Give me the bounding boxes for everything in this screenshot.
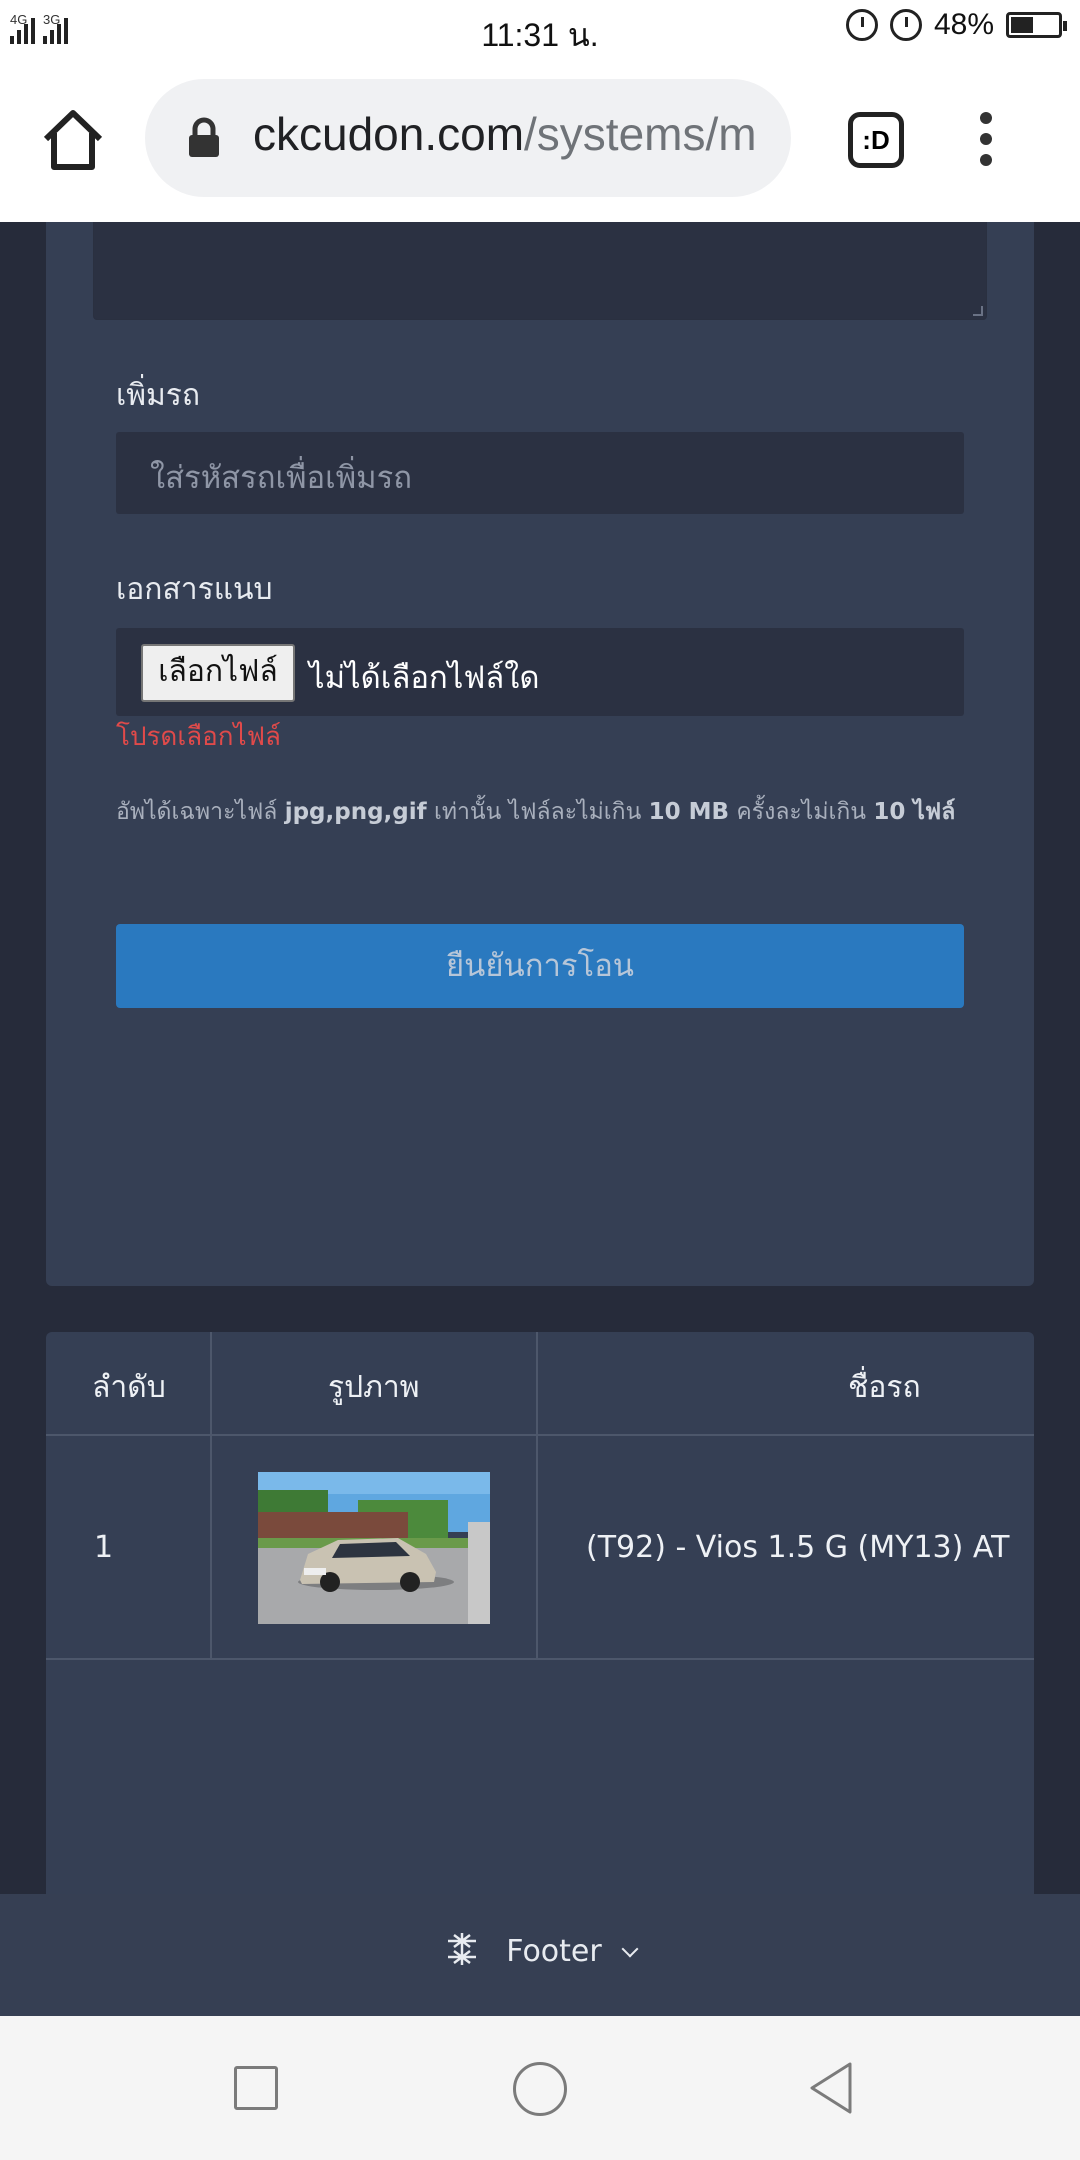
upload-help: อัพได้เฉพาะไฟล์ jpg,png,gif เท่านั้น ไฟล… — [116, 794, 955, 830]
tabs-icon[interactable]: :D — [848, 112, 904, 168]
car-thumbnail[interactable] — [258, 1472, 490, 1624]
confirm-transfer-button[interactable]: ยืนยันการโอน — [116, 924, 964, 1008]
file-input[interactable]: เลือกไฟล์ ไม่ได้เลือกไฟล์ใด — [116, 628, 964, 716]
battery-percent: 48% — [933, 8, 994, 41]
table-header-row: ลำดับ รูปภาพ ชื่อรถ — [46, 1332, 1034, 1436]
more-vert-icon[interactable] — [978, 112, 994, 172]
attachment-label: เอกสารแนบ — [116, 572, 273, 607]
note-textarea[interactable] — [93, 222, 987, 320]
help-prefix: อัพได้เฉพาะไฟล์ — [116, 799, 285, 825]
header-image: รูปภาพ — [328, 1370, 420, 1405]
url-text[interactable]: ckcudon.com/systems/m — [253, 107, 773, 167]
table-row: 1 (T92) - Vios 1.5 G (MY13) AT — [46, 1436, 1034, 1660]
resize-handle-icon[interactable] — [973, 306, 983, 316]
lock-icon — [189, 117, 219, 157]
file-error: โปรดเลือกไฟล์ — [116, 722, 281, 752]
url-domain: ckcudon.com — [253, 108, 525, 160]
address-bar[interactable]: ckcudon.com/systems/m — [145, 79, 791, 197]
status-bar: 4G 3G 11:31 น. 48% — [0, 0, 1080, 55]
status-icons: 48% — [845, 8, 1067, 42]
chevron-down-icon — [621, 1940, 639, 1958]
header-index: ลำดับ — [92, 1370, 166, 1405]
choose-file-button[interactable]: เลือกไฟล์ — [141, 644, 295, 702]
home-nav-icon[interactable] — [513, 2062, 567, 2116]
recents-icon[interactable] — [234, 2066, 278, 2110]
help-size: 10 MB — [648, 799, 730, 825]
help-mid2: ครั้งละไม่เกิน — [729, 799, 874, 825]
file-status: ไม่ได้เลือกไฟล์ใด — [309, 660, 540, 696]
help-mid1: เท่านั้น ไฟล์ละไม่เกิน — [426, 799, 649, 825]
footer-bar[interactable]: Footer — [0, 1894, 1080, 2016]
add-car-input[interactable]: ใส่รหัสรถเพื่อเพิ่มรถ — [116, 432, 964, 514]
add-car-label: เพิ่มรถ — [116, 378, 201, 413]
page-content: เพิ่มรถ ใส่รหัสรถเพื่อเพิ่มรถ เอกสารแนบ … — [0, 222, 1080, 1894]
add-car-placeholder: ใส่รหัสรถเพื่อเพิ่มรถ — [150, 460, 413, 496]
alarm-icon — [889, 9, 922, 41]
transfer-form-card: เพิ่มรถ ใส่รหัสรถเพื่อเพิ่มรถ เอกสารแนบ … — [46, 222, 1034, 1286]
back-icon[interactable] — [806, 2060, 856, 2116]
row-index: 1 — [94, 1530, 114, 1565]
system-nav-bar — [0, 2016, 1080, 2160]
row-car-name: (T92) - Vios 1.5 G (MY13) AT — [586, 1530, 1010, 1565]
header-car-name: ชื่อรถ — [848, 1370, 921, 1405]
home-icon[interactable] — [38, 105, 108, 175]
url-path: /systems/m — [524, 108, 757, 160]
battery-icon — [1006, 12, 1067, 38]
lock-rotate-icon — [845, 9, 878, 41]
footer-icon — [448, 1932, 477, 1965]
car-table-card: ลำดับ รูปภาพ ชื่อรถ 1 (T92) - Vios 1.5 G… — [46, 1332, 1034, 1894]
footer-label: Footer — [506, 1934, 602, 1969]
browser-toolbar: ckcudon.com/systems/m :D — [0, 55, 1080, 222]
footer-toggle[interactable]: Footer — [0, 1932, 1080, 1971]
help-count: 10 ไฟล์ — [873, 799, 956, 825]
help-types: jpg,png,gif — [284, 799, 427, 825]
